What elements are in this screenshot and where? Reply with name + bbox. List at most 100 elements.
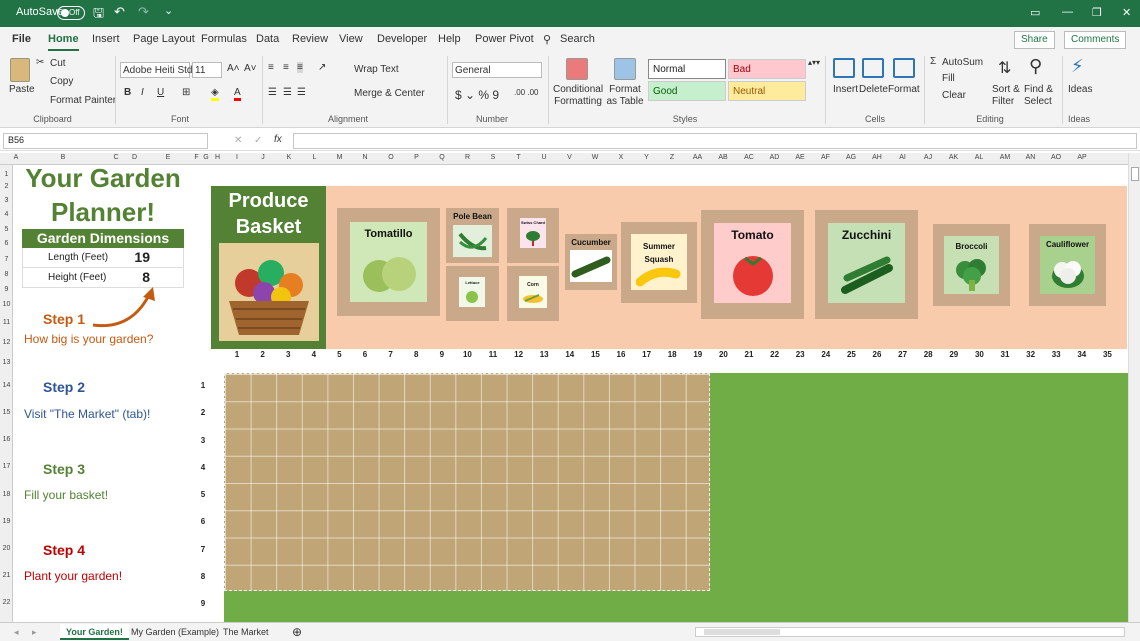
fill-color-icon[interactable]: ◈	[211, 87, 219, 101]
name-box[interactable]: B56	[3, 133, 208, 149]
number-format-select[interactable]: General	[452, 62, 542, 78]
scroll-tabs-left-icon[interactable]: ◂	[8, 624, 25, 640]
row-header[interactable]: 9	[0, 286, 13, 293]
column-header[interactable]: H	[211, 154, 224, 161]
fill-button[interactable]: Fill	[942, 73, 955, 84]
column-header[interactable]: S	[480, 154, 506, 161]
column-header[interactable]: J	[250, 154, 276, 161]
column-header[interactable]: G	[201, 154, 211, 161]
horizontal-scrollbar[interactable]	[695, 627, 1125, 637]
tab-developer[interactable]: Developer	[377, 33, 427, 45]
tab-insert[interactable]: Insert	[92, 33, 120, 45]
bold-button[interactable]: B	[124, 87, 131, 98]
row-header[interactable]: 19	[0, 518, 13, 525]
new-sheet-icon[interactable]: ⊕	[286, 624, 308, 640]
style-good[interactable]: Good	[648, 81, 726, 101]
clear-button[interactable]: Clear	[942, 90, 966, 101]
column-header[interactable]: AH	[864, 154, 890, 161]
column-header[interactable]: AJ	[915, 154, 941, 161]
font-color-icon[interactable]: A	[234, 87, 241, 101]
ideas-button[interactable]: Ideas	[1068, 84, 1092, 95]
paste-icon[interactable]	[10, 58, 30, 82]
veg-zucchini[interactable]: Zucchini	[815, 210, 918, 319]
veg-corn[interactable]: Corn	[507, 266, 559, 321]
format-painter-button[interactable]: Format Painter	[50, 95, 116, 106]
format-as-table-button[interactable]: Format as Table	[604, 84, 646, 108]
column-header[interactable]: AG	[838, 154, 864, 161]
save-icon[interactable]: 🖫	[93, 4, 104, 26]
sheet-tab-my-garden-example[interactable]: My Garden (Example)	[125, 624, 225, 640]
row-header[interactable]: 17	[0, 463, 13, 470]
delete-cells-button[interactable]: Delete	[859, 84, 888, 95]
column-header[interactable]: AF	[813, 154, 838, 161]
orientation-icon[interactable]: ↗	[318, 62, 326, 73]
decimal-icon[interactable]: .00 .00	[514, 88, 538, 97]
row-header[interactable]: 2	[0, 183, 13, 190]
sheet-tab-the-market[interactable]: The Market	[217, 624, 275, 640]
row-header[interactable]: 1	[0, 171, 13, 178]
tab-help[interactable]: Help	[438, 33, 461, 45]
tab-view[interactable]: View	[339, 33, 363, 45]
style-normal[interactable]: Normal	[648, 59, 726, 79]
row-header[interactable]: 3	[0, 197, 13, 204]
autosave-toggle[interactable]: Off	[57, 6, 85, 20]
veg-swiss-chard[interactable]: Swiss Chard	[507, 208, 559, 263]
column-header[interactable]: X	[608, 154, 634, 161]
tab-power-pivot[interactable]: Power Pivot	[475, 33, 534, 45]
veg-broccoli[interactable]: Broccoli	[933, 224, 1010, 306]
insert-cells-button[interactable]: Insert	[833, 84, 858, 95]
font-size-select[interactable]: 11	[192, 62, 222, 78]
font-name-select[interactable]: Adobe Heiti Std	[120, 62, 193, 78]
column-header[interactable]: B	[19, 154, 107, 161]
column-header[interactable]: AN	[1018, 154, 1043, 161]
style-bad[interactable]: Bad	[728, 59, 806, 79]
autosum-icon[interactable]: Σ	[930, 56, 936, 67]
column-header[interactable]: AC	[736, 154, 762, 161]
row-header[interactable]: 7	[0, 256, 13, 263]
column-header[interactable]: P	[404, 154, 429, 161]
ribbon-options-icon[interactable]: ▭	[1030, 6, 1040, 19]
search-box[interactable]: Search	[560, 33, 595, 45]
vertical-scrollbar[interactable]	[1128, 153, 1140, 622]
tab-data[interactable]: Data	[256, 33, 279, 45]
align-left-icon[interactable]: ☰	[268, 87, 277, 98]
maximize-icon[interactable]: ❐	[1092, 6, 1102, 19]
length-value[interactable]: 19	[134, 249, 150, 265]
italic-button[interactable]: I	[141, 87, 144, 98]
sort-filter-button[interactable]: Sort & Filter	[992, 84, 1026, 108]
increase-font-icon[interactable]: A˄	[227, 63, 240, 74]
tab-file[interactable]: File	[12, 33, 31, 45]
horizontal-scroll-thumb[interactable]	[704, 629, 780, 635]
column-header[interactable]: AK	[941, 154, 966, 161]
column-header[interactable]: AB	[710, 154, 736, 161]
customize-qat-icon[interactable]: ⌄	[164, 4, 173, 17]
row-header[interactable]: 12	[0, 339, 13, 346]
column-header[interactable]: I	[224, 154, 250, 161]
veg-cauliflower[interactable]: Cauliflower	[1029, 224, 1106, 306]
wrap-text-button[interactable]: Wrap Text	[354, 64, 399, 75]
sheet-tab-your-garden[interactable]: Your Garden!	[60, 624, 129, 640]
row-header[interactable]: 21	[0, 572, 13, 579]
cut-icon[interactable]: ✂	[36, 57, 44, 68]
row-header[interactable]: 15	[0, 409, 13, 416]
column-header[interactable]: U	[531, 154, 557, 161]
row-header[interactable]: 10	[0, 301, 13, 308]
veg-tomato[interactable]: Tomato	[701, 210, 804, 319]
undo-icon[interactable]: ↶	[114, 4, 125, 20]
copy-button[interactable]: Copy	[50, 76, 73, 87]
search-icon[interactable]: ⚲	[543, 33, 551, 46]
veg-pole-bean[interactable]: Pole Bean	[446, 208, 499, 263]
column-header[interactable]: AA	[685, 154, 710, 161]
insert-function-icon[interactable]: fx	[274, 134, 282, 145]
veg-summer-squash[interactable]: Summer Squash	[621, 222, 697, 303]
column-header[interactable]: M	[327, 154, 352, 161]
decrease-font-icon[interactable]: A˅	[244, 63, 257, 74]
tab-home[interactable]: Home	[48, 33, 79, 51]
style-neutral[interactable]: Neutral	[728, 81, 806, 101]
row-header[interactable]: 8	[0, 271, 13, 278]
confirm-entry-icon[interactable]: ✓	[254, 135, 262, 146]
column-header[interactable]: Z	[659, 154, 685, 161]
align-middle-icon[interactable]: ≡	[283, 62, 289, 73]
column-header[interactable]: T	[506, 154, 531, 161]
merge-center-button[interactable]: Merge & Center	[354, 88, 425, 99]
